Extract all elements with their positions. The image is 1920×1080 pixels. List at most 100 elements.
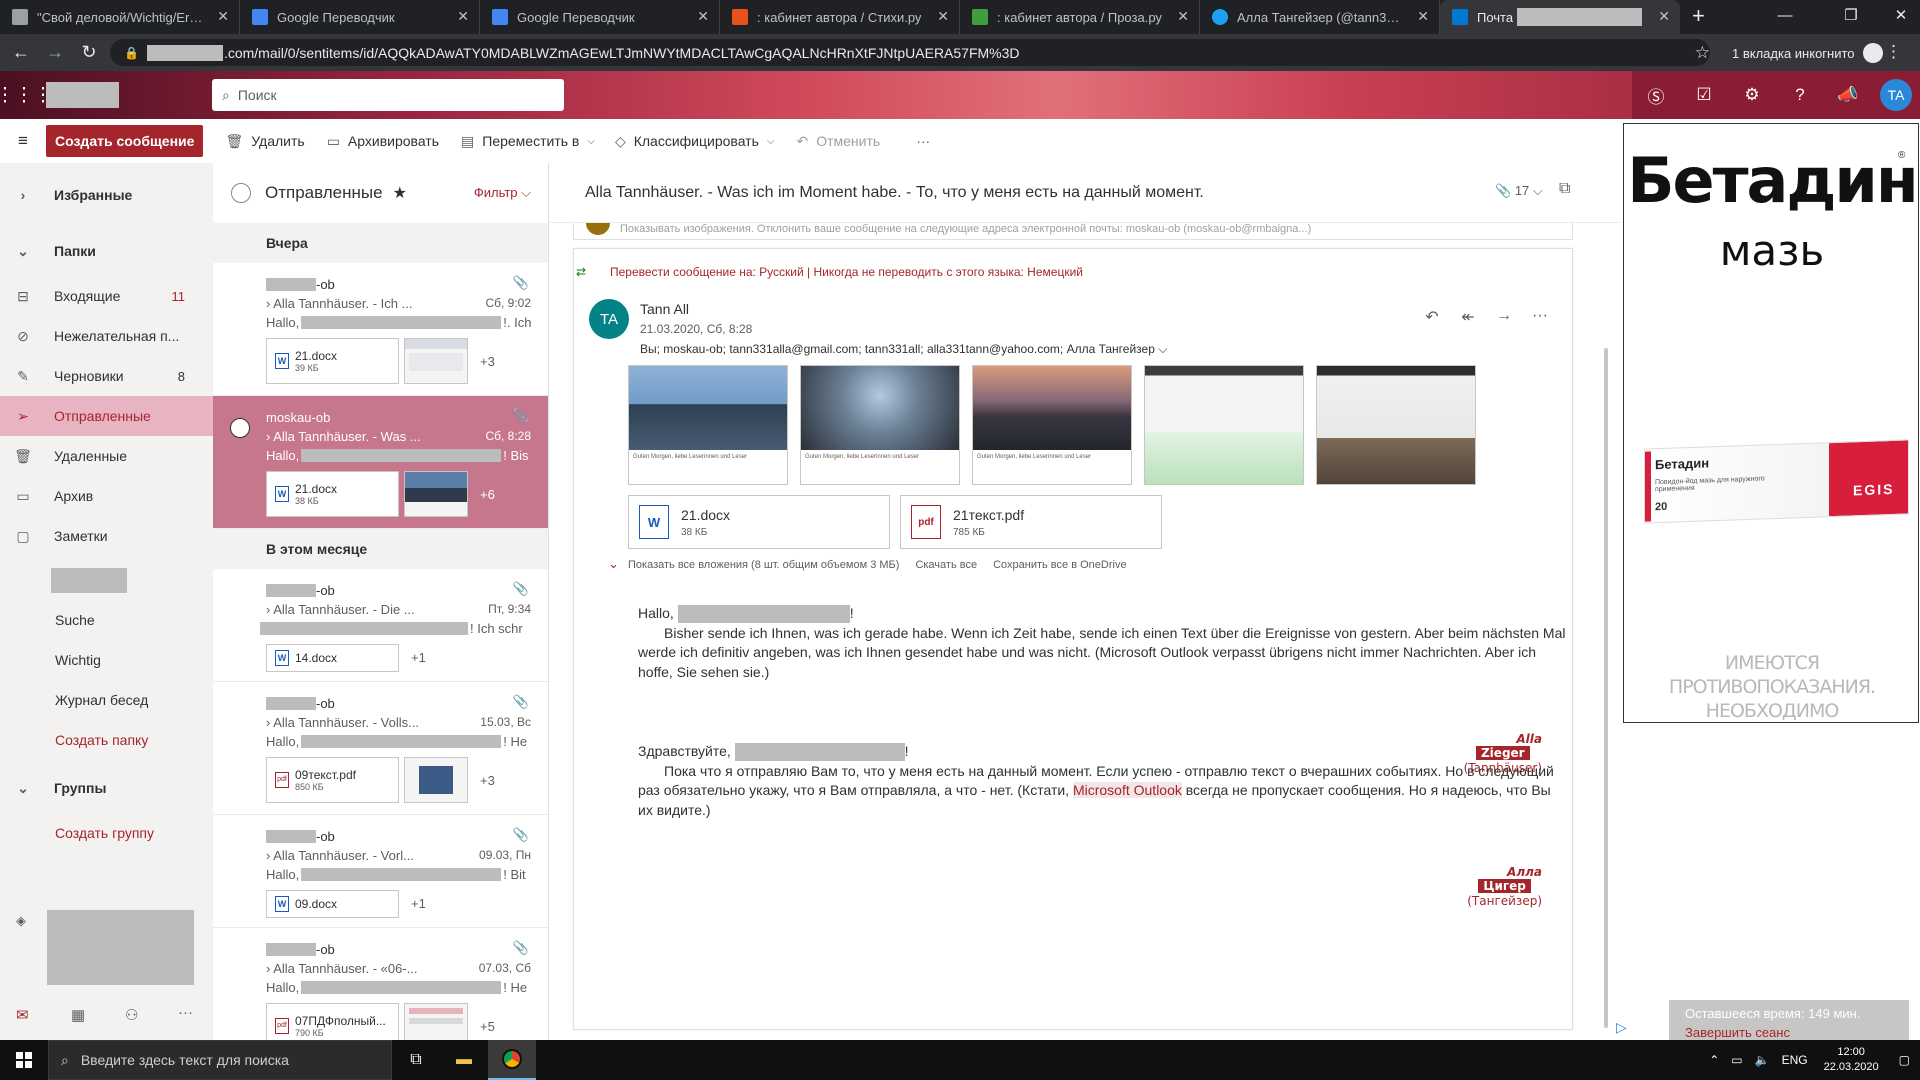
- download-all-link[interactable]: Скачать все: [915, 559, 977, 571]
- attachment-chip[interactable]: W 21.docx 39 КБ: [266, 338, 399, 384]
- folder-junk[interactable]: ⊘ Нежелательная п...: [0, 316, 213, 356]
- image-attachment[interactable]: Guten Morgen, liebe Leserinnen und Leser: [972, 365, 1132, 485]
- browser-tab[interactable]: "Свой деловой/Wichtig/Ergänzu ✕: [0, 0, 240, 34]
- app-launcher-icon[interactable]: ⋮⋮⋮: [0, 71, 53, 119]
- gear-icon[interactable]: ⚙: [1728, 71, 1776, 119]
- image-thumbnail[interactable]: [404, 471, 468, 517]
- chrome-icon[interactable]: [488, 1040, 536, 1080]
- mail-icon[interactable]: ✉: [16, 1006, 29, 1024]
- forward-icon[interactable]: →: [1486, 307, 1522, 327]
- scrollbar-thumb[interactable]: [1604, 348, 1608, 1028]
- more-icon[interactable]: ···: [1522, 307, 1558, 327]
- calendar-icon[interactable]: ▦: [71, 1006, 85, 1024]
- image-thumbnail[interactable]: [404, 338, 468, 384]
- minimize-window-icon[interactable]: —: [1760, 0, 1810, 34]
- skype-icon[interactable]: Ⓢ: [1632, 71, 1680, 119]
- attachment-chip[interactable]: pdf 07ПДФполный... 790 КБ: [266, 1003, 399, 1040]
- folder-conversation-history[interactable]: Журнал бесед: [0, 680, 213, 720]
- reply-all-icon[interactable]: ↞: [1450, 307, 1486, 327]
- clock[interactable]: 12:00 22.03.2020: [1824, 1045, 1879, 1075]
- image-attachment[interactable]: Guten Morgen, liebe Leserinnen und Leser: [628, 365, 788, 485]
- close-tab-icon[interactable]: ✕: [1177, 8, 1189, 25]
- browser-tab[interactable]: Алла Тангейзер (@tann333111a ✕: [1200, 0, 1440, 34]
- attachment-chip[interactable]: W 09.docx: [266, 890, 399, 918]
- categorize-button[interactable]: ◇ Классифицировать ⌵: [615, 133, 775, 150]
- conversation-count[interactable]: 📎 17 ⌵: [1495, 183, 1543, 199]
- show-all-attachments-link[interactable]: Показать все вложения (8 шт. общим объем…: [628, 559, 899, 571]
- restore-window-icon[interactable]: ❐: [1826, 0, 1876, 34]
- bookmark-star-icon[interactable]: ☆: [1695, 43, 1710, 63]
- adchoices-icon[interactable]: ▷: [1616, 1019, 1627, 1036]
- close-tab-icon[interactable]: ✕: [937, 8, 949, 25]
- image-attachment[interactable]: Guten Morgen, liebe Leserinnen und Leser: [800, 365, 960, 485]
- list-item[interactable]: -ob 📎 › Alla Tannhäuser. - Die ... Пт, 9…: [213, 569, 548, 682]
- folder-suche[interactable]: Suche: [0, 600, 213, 640]
- list-item[interactable]: -ob 📎 › Alla Tannhäuser. - «06-... 07.03…: [213, 928, 548, 1040]
- scrollbar[interactable]: [1601, 223, 1611, 1040]
- feedback-icon[interactable]: 📣: [1824, 71, 1872, 119]
- close-tab-icon[interactable]: ✕: [1658, 8, 1670, 25]
- select-radio[interactable]: [230, 418, 250, 438]
- attachment-chip[interactable]: W 14.docx: [266, 644, 399, 672]
- end-session-link[interactable]: Завершить сеанс: [1685, 1025, 1909, 1040]
- browser-tab[interactable]: : кабинет автора / Проза.ру ✕: [960, 0, 1200, 34]
- folder-inbox[interactable]: ⊟ Входящие 11: [0, 276, 213, 316]
- folder-notes[interactable]: ▢ Заметки: [0, 516, 213, 556]
- browser-tab[interactable]: Google Переводчик ✕: [480, 0, 720, 34]
- move-to-button[interactable]: ▤ Переместить в ⌵: [461, 133, 595, 150]
- new-tab-button[interactable]: +: [1692, 0, 1705, 34]
- close-tab-icon[interactable]: ✕: [217, 8, 229, 25]
- filter-button[interactable]: Фильтр ⌵: [474, 185, 531, 201]
- language-indicator[interactable]: ENG: [1782, 1053, 1808, 1067]
- close-tab-icon[interactable]: ✕: [457, 8, 469, 25]
- folder-drafts[interactable]: ✎ Черновики 8: [0, 356, 213, 396]
- folder-wichtig[interactable]: Wichtig: [0, 640, 213, 680]
- close-tab-icon[interactable]: ✕: [697, 8, 709, 25]
- open-in-new-window-icon[interactable]: ⧉: [1559, 180, 1570, 198]
- browser-tab[interactable]: Google Переводчик ✕: [240, 0, 480, 34]
- attachment-card[interactable]: W 21.docx 38 КБ: [628, 495, 890, 549]
- address-bar[interactable]: 🔒 .com/mail/0/sentitems/id/AQQkADAwATY0M…: [110, 39, 1710, 66]
- notifications-icon[interactable]: ▢: [1899, 1053, 1910, 1067]
- reload-icon[interactable]: ↻: [72, 42, 106, 63]
- folder-sent[interactable]: ➢ Отправленные: [0, 396, 213, 436]
- archive-button[interactable]: ▭ Архивировать: [327, 133, 439, 150]
- undo-button[interactable]: ↶ Отменить: [796, 133, 880, 150]
- create-group-link[interactable]: Создать группу: [0, 813, 213, 853]
- close-tab-icon[interactable]: ✕: [1417, 8, 1429, 25]
- browser-menu-icon[interactable]: ⋮: [1885, 42, 1902, 62]
- avatar[interactable]: TA: [589, 299, 629, 339]
- people-icon[interactable]: ⚇: [125, 1006, 138, 1024]
- attachment-chip[interactable]: W 21.docx 38 КБ: [266, 471, 399, 517]
- attachment-chip[interactable]: pdf 09текст.pdf 850 КБ: [266, 757, 399, 803]
- volume-icon[interactable]: 🔈: [1755, 1053, 1770, 1067]
- network-icon[interactable]: ▭: [1731, 1053, 1742, 1067]
- more-apps-icon[interactable]: ···: [178, 1004, 193, 1021]
- translate-bar[interactable]: ⇄ Перевести сообщение на: Русский | Никог…: [576, 265, 1083, 279]
- previous-message-strip[interactable]: Показывать изображения. Отклонить ваше с…: [573, 223, 1573, 240]
- forward-arrow-icon[interactable]: →: [38, 42, 72, 63]
- task-view-icon[interactable]: ⧉: [392, 1040, 440, 1080]
- favorites-header[interactable]: › Избранные: [0, 175, 213, 215]
- list-item[interactable]: -ob 📎 › Alla Tannhäuser. - Ich ... Сб, 9…: [213, 263, 548, 396]
- sender-name[interactable]: Tann All: [640, 301, 689, 317]
- folders-header[interactable]: ⌄ Папки: [0, 231, 213, 271]
- help-icon[interactable]: ?: [1776, 71, 1824, 119]
- close-window-icon[interactable]: ✕: [1876, 0, 1920, 34]
- incognito-indicator[interactable]: 1 вкладка инкогнито: [1732, 43, 1883, 63]
- reply-icon[interactable]: ↶: [1414, 307, 1450, 327]
- list-item-selected[interactable]: moskau-ob 📎 › Alla Tannhäuser. - Was ...…: [213, 396, 548, 529]
- groups-header[interactable]: ⌄ Группы: [0, 768, 213, 808]
- start-button[interactable]: [0, 1040, 48, 1080]
- hamburger-menu-icon[interactable]: ≡: [0, 131, 46, 151]
- save-to-onedrive-link[interactable]: Сохранить все в OneDrive: [993, 559, 1126, 571]
- list-item[interactable]: -ob 📎 › Alla Tannhäuser. - Volls... 15.0…: [213, 682, 548, 815]
- image-thumbnail[interactable]: [404, 1003, 468, 1040]
- browser-tab[interactable]: : кабинет автора / Стихи.ру ✕: [720, 0, 960, 34]
- create-folder-link[interactable]: Создать папку: [0, 720, 213, 760]
- image-attachment[interactable]: [1316, 365, 1476, 485]
- my-day-icon[interactable]: ☑: [1680, 71, 1728, 119]
- more-actions-button[interactable]: ···: [916, 133, 930, 149]
- back-arrow-icon[interactable]: ←: [4, 42, 38, 63]
- folder-archive[interactable]: ▭ Архив: [0, 476, 213, 516]
